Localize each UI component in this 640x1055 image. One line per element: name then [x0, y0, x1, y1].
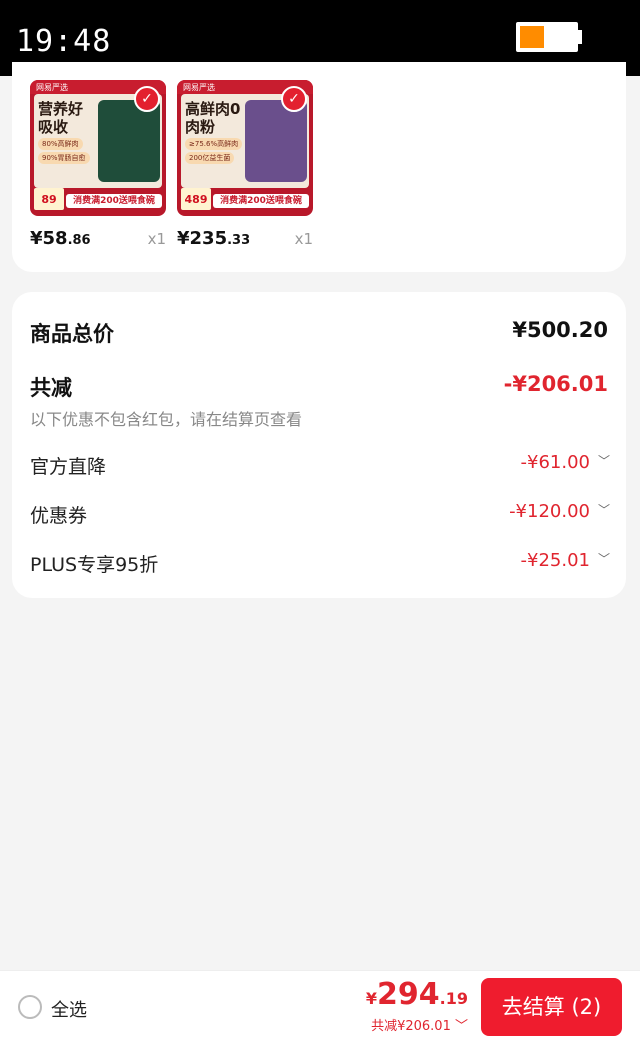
thumb-price: 489 — [181, 188, 211, 210]
discount-value: -¥61.00 — [520, 452, 590, 473]
product-bag-image — [98, 100, 160, 182]
total-integer: 294 — [377, 977, 440, 1012]
thumb-tag: 80%高鲜肉 — [38, 138, 83, 150]
product-list-card: 网易严选 营养好吸收 80%高鲜肉 90%胃肠自愈 ✓ 89 消费满200送喂食… — [12, 62, 626, 272]
chevron-down-icon: ﹀ — [454, 1019, 468, 1034]
battery-icon — [516, 22, 578, 52]
total-reduction-label: 共减 — [30, 376, 72, 400]
total-currency: ¥ — [365, 989, 378, 1008]
total-discount-toggle[interactable]: 共减¥206.01 ﹀ — [371, 1015, 468, 1034]
goods-total-row: 商品总价 ¥500.20 — [30, 318, 608, 348]
discount-label: 优惠券 — [30, 505, 88, 527]
chevron-down-icon[interactable]: ﹀ — [598, 504, 610, 516]
discount-label: 官方直降 — [30, 456, 107, 478]
product-price: ¥58.86 — [30, 228, 91, 249]
discount-value: -¥25.01 — [520, 550, 590, 571]
product-item[interactable]: 网易严选 高鲜肉0肉粉 ≥75.6%高鲜肉 200亿益生菌 ✓ 489 消费满2… — [177, 80, 313, 249]
select-all-label[interactable]: 全选 — [51, 996, 87, 1022]
thumb-headline: 高鲜肉0肉粉 — [185, 100, 241, 136]
total-discount-text: 共减¥206.01 — [371, 1019, 451, 1034]
chevron-down-icon[interactable]: ﹀ — [598, 455, 610, 467]
total-price: ¥294.19 — [366, 977, 468, 1012]
status-time: 19:48 — [16, 24, 112, 59]
total-reduction-value: -¥206.01 — [503, 372, 608, 396]
select-all-radio[interactable] — [18, 995, 42, 1019]
battery-level — [520, 26, 544, 48]
product-bag-image — [245, 100, 307, 182]
chevron-down-icon[interactable]: ﹀ — [598, 553, 610, 565]
price-decimal: .33 — [227, 233, 251, 248]
discount-value: -¥120.00 — [509, 501, 590, 522]
product-price: ¥235.33 — [177, 228, 250, 249]
thumb-banner: 消费满200送喂食碗 — [66, 194, 162, 208]
battery-cap — [578, 30, 582, 44]
discount-row-official[interactable]: 官方直降 -¥61.00 ﹀ — [30, 452, 610, 480]
discount-row-coupon[interactable]: 优惠券 -¥120.00 ﹀ — [30, 501, 610, 529]
price-summary-card: 商品总价 ¥500.20 共减 -¥206.01 以下优惠不包含红包，请在结算页… — [12, 292, 626, 598]
thumb-headline: 营养好吸收 — [38, 100, 84, 136]
thumb-price: 89 — [34, 188, 64, 210]
product-thumbnail[interactable]: 网易严选 营养好吸收 80%高鲜肉 90%胃肠自愈 ✓ 89 消费满200送喂食… — [30, 80, 166, 216]
product-quantity: x1 — [147, 230, 166, 248]
selected-check-icon[interactable]: ✓ — [281, 86, 307, 112]
discount-note-row: 以下优惠不包含红包，请在结算页查看 — [30, 406, 608, 429]
price-integer: ¥235 — [177, 228, 228, 249]
price-integer: ¥58 — [30, 228, 68, 249]
thumb-tag: ≥75.6%高鲜肉 — [185, 138, 243, 150]
total-reduction-row: 共减 -¥206.01 — [30, 372, 608, 402]
discount-note: 以下优惠不包含红包，请在结算页查看 — [30, 410, 303, 429]
product-thumbnail[interactable]: 网易严选 高鲜肉0肉粉 ≥75.6%高鲜肉 200亿益生菌 ✓ 489 消费满2… — [177, 80, 313, 216]
discount-row-plus[interactable]: PLUS专享95折 -¥25.01 ﹀ — [30, 550, 610, 578]
thumb-banner: 消费满200送喂食碗 — [213, 194, 309, 208]
price-decimal: .86 — [67, 233, 91, 248]
selected-check-icon[interactable]: ✓ — [134, 86, 160, 112]
total-decimal: .19 — [439, 989, 468, 1008]
product-quantity: x1 — [294, 230, 313, 248]
product-item[interactable]: 网易严选 营养好吸收 80%高鲜肉 90%胃肠自愈 ✓ 89 消费满200送喂食… — [30, 80, 166, 249]
goods-total-label: 商品总价 — [30, 322, 114, 346]
discount-label: PLUS专享95折 — [30, 554, 159, 576]
thumb-tag: 200亿益生菌 — [185, 152, 235, 164]
thumb-tag: 90%胃肠自愈 — [38, 152, 90, 164]
checkout-button[interactable]: 去结算 (2) — [481, 978, 622, 1036]
checkout-bar: 全选 ¥294.19 共减¥206.01 ﹀ 去结算 (2) — [0, 970, 640, 1055]
goods-total-value: ¥500.20 — [512, 318, 608, 342]
